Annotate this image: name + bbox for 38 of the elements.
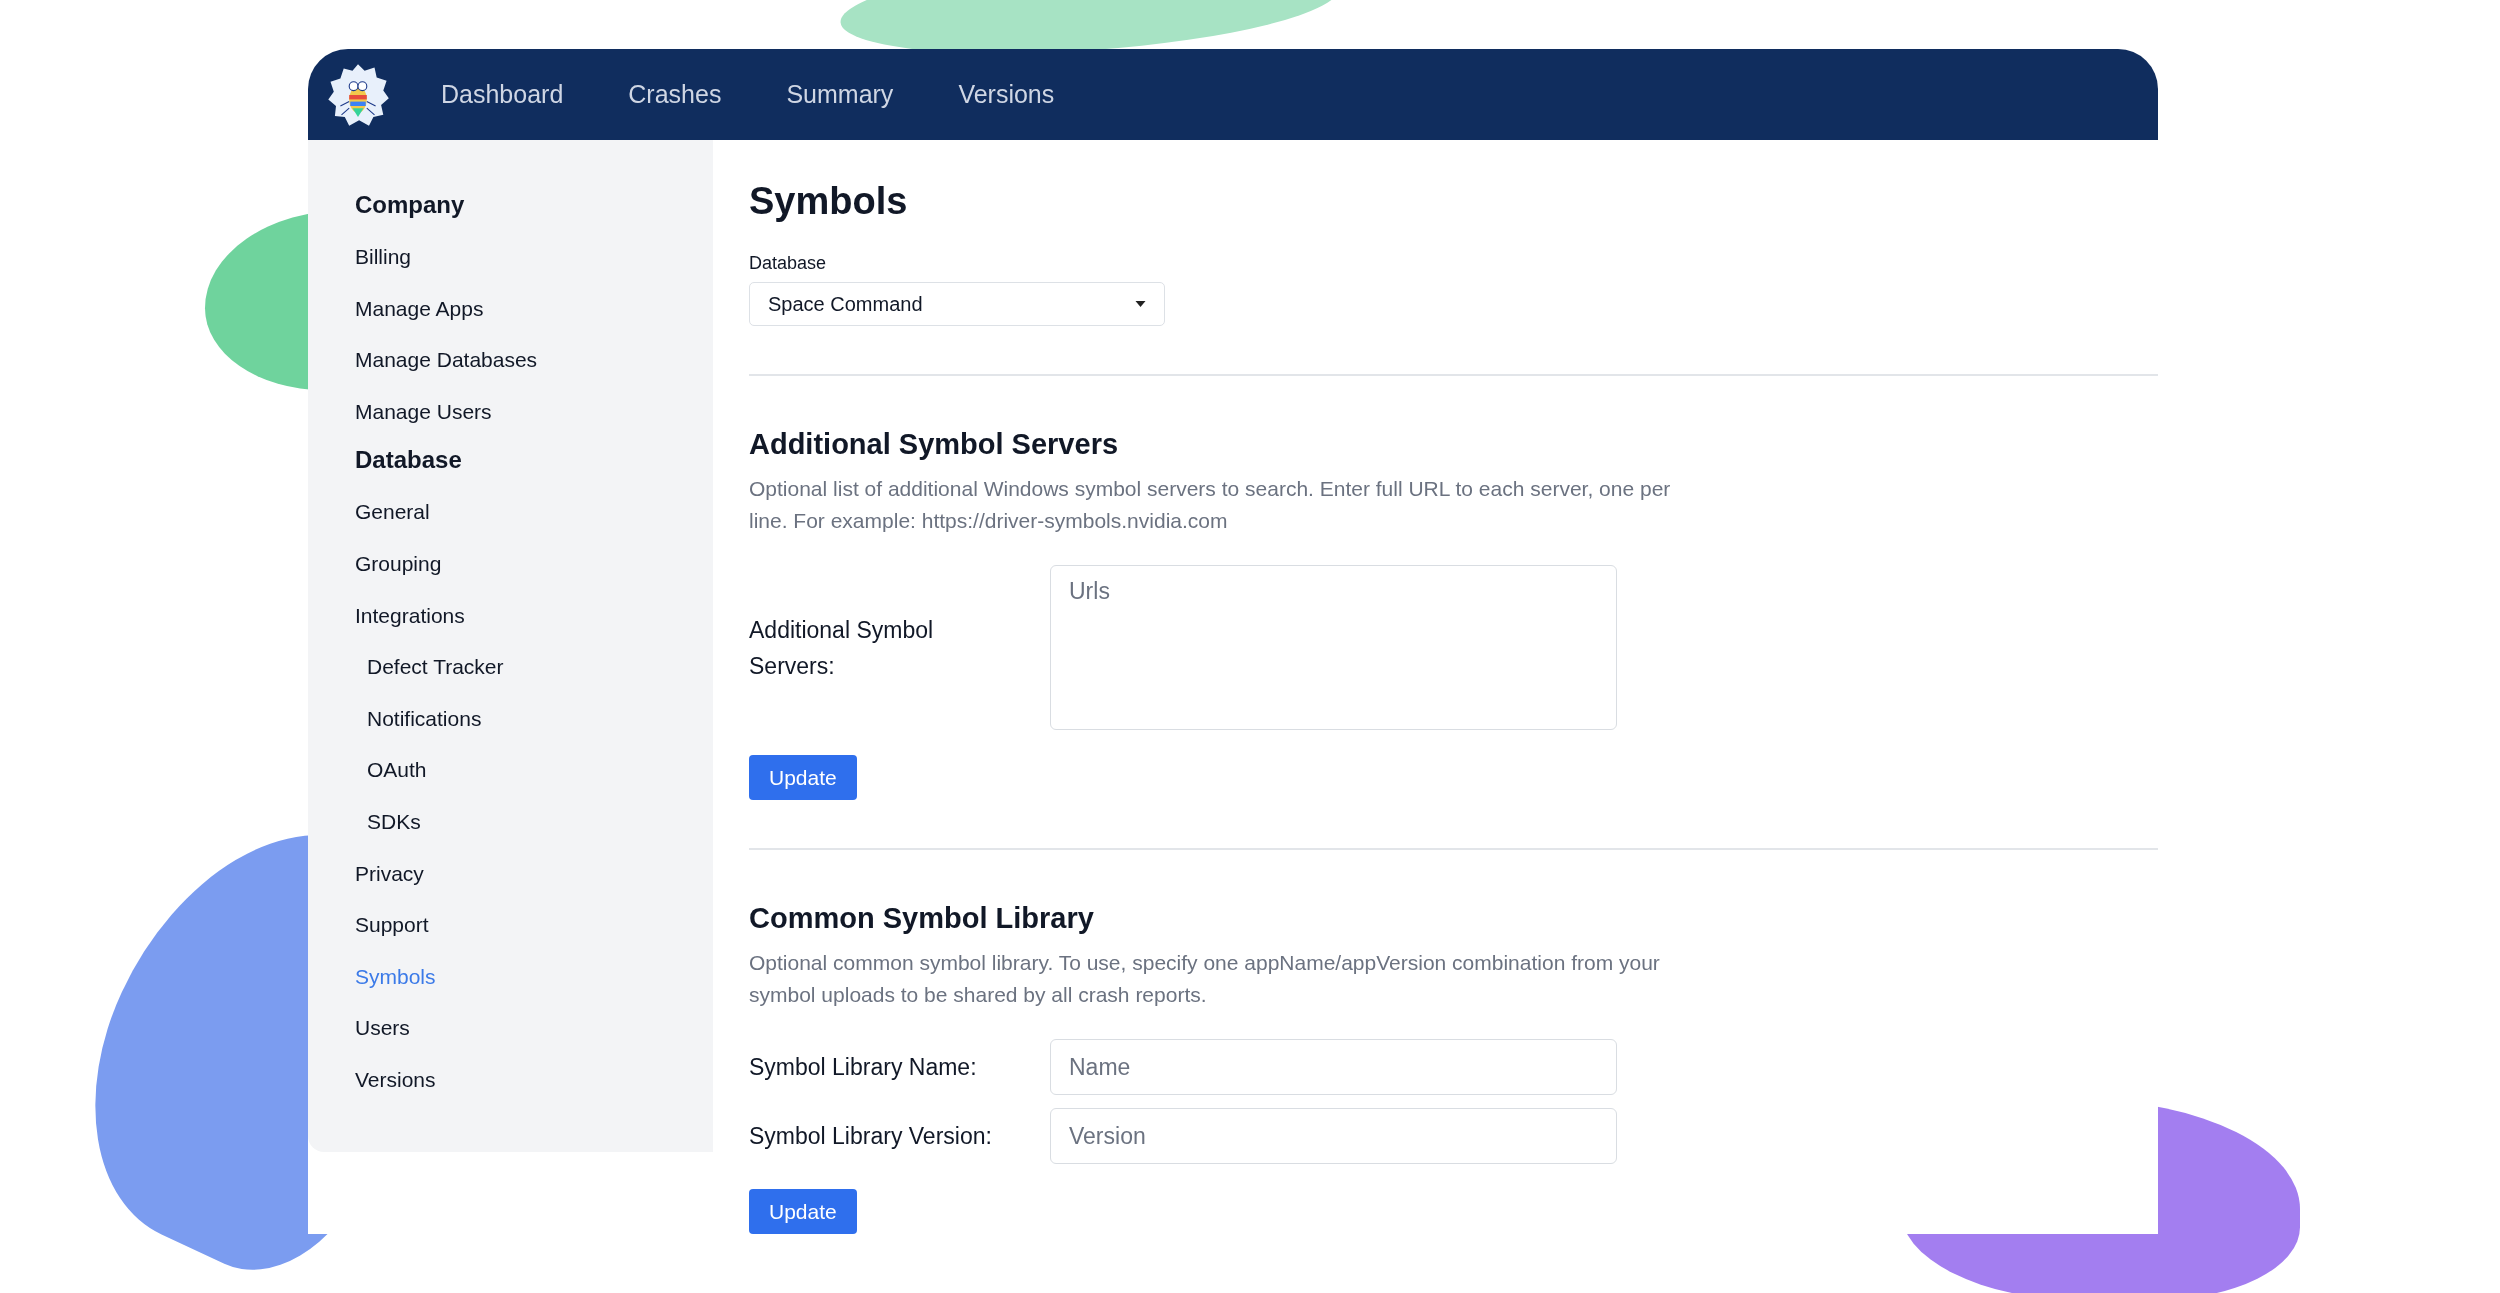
page-title: Symbols	[749, 180, 909, 223]
sidebar-link[interactable]: General	[355, 486, 430, 538]
database-dropdown[interactable]: Space Command	[749, 282, 1165, 326]
sidebar-link[interactable]: Versions	[355, 1053, 436, 1106]
sidebar-heading: Company	[355, 190, 465, 220]
sidebar-link[interactable]: Billing	[355, 231, 412, 283]
sidebar-link[interactable]: Privacy	[355, 847, 424, 900]
field-label: Symbol Library Name:	[749, 1053, 978, 1082]
section-heading: Additional Symbol Servers	[749, 428, 1120, 461]
sidebar-link[interactable]: Support	[355, 899, 429, 951]
nav-link[interactable]: Dashboard	[441, 80, 564, 109]
nav-link[interactable]: Versions	[958, 80, 1055, 109]
sidebar-heading: Database	[355, 445, 462, 476]
section-heading: Common Symbol Library	[749, 902, 1095, 935]
urls-textarea[interactable]: Urls	[1050, 565, 1617, 730]
input-field[interactable]: Name	[1050, 1039, 1617, 1095]
caret-icon	[1135, 301, 1146, 307]
nav-link[interactable]: Crashes	[628, 80, 722, 109]
section-description: Optional common symbol library. To use, specify one appName/appVersion combination from your symbol uploads to be shared by all crash reports.	[749, 950, 1661, 1008]
sidebar-link[interactable]: Users	[355, 1002, 410, 1054]
sidebar-link[interactable]: OAuth	[355, 744, 427, 796]
sidebar-link[interactable]: Manage Databases	[355, 334, 538, 386]
sidebar-link[interactable]: Grouping	[355, 537, 442, 590]
sidebar-link[interactable]: Manage Users	[355, 385, 492, 438]
field-label: Database	[749, 253, 828, 274]
nav-link[interactable]: Summary	[786, 80, 894, 109]
section-description: Optional list of additional Windows symbol servers to search. Enter full URL to each server, one per line. For example: https://driver-symbols.nvidia.com	[749, 476, 1672, 534]
sidebar-link[interactable]: Manage Apps	[355, 282, 484, 335]
field-label: Symbol Library Version:	[749, 1122, 993, 1151]
sidebar-link[interactable]: Integrations	[355, 589, 465, 642]
field-label: Additional Symbol Servers:	[749, 615, 935, 681]
sidebar-link[interactable]: Symbols	[355, 950, 436, 1003]
input-field[interactable]: Version	[1050, 1108, 1617, 1164]
update-button[interactable]: Update	[749, 1189, 857, 1234]
sidebar-link[interactable]: Notifications	[355, 692, 482, 745]
sidebar-link[interactable]: SDKs	[355, 795, 421, 848]
sidebar-link[interactable]: Defect Tracker	[355, 641, 504, 693]
update-button[interactable]: Update	[749, 755, 857, 800]
